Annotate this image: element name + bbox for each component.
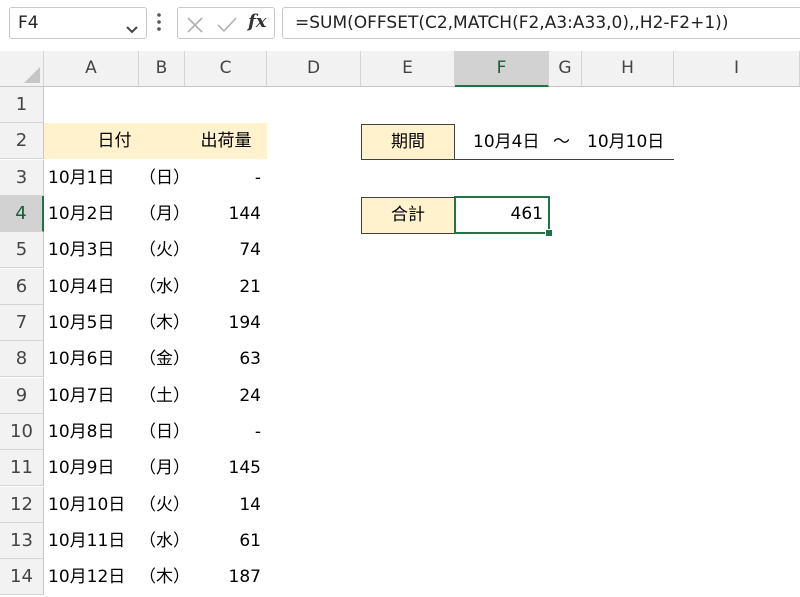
qty-cell[interactable]: 14 [185, 487, 267, 523]
weekday-cell[interactable]: （火） [139, 487, 190, 523]
column-header-g[interactable]: G [549, 51, 582, 87]
date-cell[interactable]: 10月10日 [44, 487, 139, 523]
formula-input[interactable]: =SUM(OFFSET(C2,MATCH(F2,A3:A33,0),,H2-F2… [282, 7, 800, 39]
weekday-cell[interactable]: （水） [139, 269, 190, 305]
weekday-cell[interactable]: （水） [139, 523, 190, 559]
period-tilde-cell[interactable]: ～ [553, 124, 570, 160]
qty-cell[interactable]: - [185, 160, 267, 196]
date-cell[interactable]: 10月1日 [44, 160, 139, 196]
weekday-cell[interactable]: （木） [139, 305, 190, 341]
row-header-10[interactable]: 10 [0, 414, 44, 450]
table-header-date[interactable]: 日付 [44, 123, 185, 159]
weekday-cell[interactable]: （金） [139, 341, 190, 377]
select-all-triangle-icon [24, 67, 40, 83]
date-cell[interactable]: 10月4日 [44, 269, 139, 305]
name-box[interactable]: F4 [9, 7, 147, 39]
qty-cell[interactable]: 61 [185, 523, 267, 559]
qty-cell[interactable]: - [185, 414, 267, 450]
date-cell[interactable]: 10月8日 [44, 414, 139, 450]
formula-text: =SUM(OFFSET(C2,MATCH(F2,A3:A33,0),,H2-F2… [295, 13, 729, 33]
row-header-1[interactable]: 1 [0, 87, 44, 123]
weekday-cell[interactable]: （日） [139, 414, 190, 450]
weekday-cell[interactable]: （木） [139, 559, 190, 595]
insert-function-icon[interactable]: fx [248, 11, 266, 32]
column-header-c[interactable]: C [185, 51, 267, 87]
period-label-cell[interactable]: 期間 [361, 124, 455, 160]
enter-check-icon[interactable] [216, 16, 238, 38]
row-header-2[interactable]: 2 [0, 123, 44, 159]
row-header-7[interactable]: 7 [0, 305, 44, 341]
qty-cell[interactable]: 74 [185, 232, 267, 268]
total-label-cell[interactable]: 合計 [361, 197, 455, 234]
row-header-13[interactable]: 13 [0, 523, 44, 559]
row-header-8[interactable]: 8 [0, 341, 44, 377]
date-cell[interactable]: 10月5日 [44, 305, 139, 341]
name-box-value: F4 [18, 13, 39, 33]
row-header-12[interactable]: 12 [0, 487, 44, 523]
weekday-cell[interactable]: （月） [139, 196, 190, 232]
row-header-6[interactable]: 6 [0, 269, 44, 305]
date-cell[interactable]: 10月3日 [44, 232, 139, 268]
fill-handle[interactable] [545, 229, 553, 237]
qty-cell[interactable]: 21 [185, 269, 267, 305]
period-start-cell[interactable]: 10月4日 [473, 124, 539, 160]
column-header-h[interactable]: H [582, 51, 674, 87]
weekday-cell[interactable]: （土） [139, 378, 190, 414]
column-header-f[interactable]: F [455, 51, 549, 87]
column-header-b[interactable]: B [139, 51, 185, 87]
row-header-3[interactable]: 3 [0, 160, 44, 196]
table-header-qty[interactable]: 出荷量 [185, 123, 267, 159]
period-end-cell[interactable]: 10月10日 [587, 124, 664, 160]
period-range-row: 10月4日 ～ 10月10日 [455, 124, 674, 160]
date-cell[interactable]: 10月11日 [44, 523, 139, 559]
date-cell[interactable]: 10月6日 [44, 341, 139, 377]
column-header-e[interactable]: E [361, 51, 455, 87]
qty-cell[interactable]: 187 [185, 559, 267, 595]
formula-controls: fx [177, 7, 275, 39]
date-cell[interactable]: 10月7日 [44, 378, 139, 414]
select-all-corner[interactable] [0, 51, 44, 87]
weekday-cell[interactable]: （日） [139, 160, 190, 196]
formula-bar-area: F4 fx =SUM(OFFSET(C2,MATCH(F2,A3:A33,0),… [0, 0, 800, 50]
cancel-icon[interactable] [186, 16, 204, 38]
weekday-cell[interactable]: （月） [139, 450, 190, 486]
qty-cell[interactable]: 24 [185, 378, 267, 414]
weekday-cell[interactable]: （火） [139, 232, 190, 268]
column-header-i[interactable]: I [674, 51, 800, 87]
chevron-down-icon[interactable] [126, 19, 138, 38]
qty-cell[interactable]: 194 [185, 305, 267, 341]
row-header-11[interactable]: 11 [0, 450, 44, 486]
more-options-icon[interactable] [156, 12, 162, 36]
date-cell[interactable]: 10月2日 [44, 196, 139, 232]
row-header-14[interactable]: 14 [0, 559, 44, 595]
column-header-a[interactable]: A [44, 51, 139, 87]
qty-cell[interactable]: 145 [185, 450, 267, 486]
qty-cell[interactable]: 63 [185, 341, 267, 377]
qty-cell[interactable]: 144 [185, 196, 267, 232]
column-header-d[interactable]: D [267, 51, 361, 87]
row-header-4[interactable]: 4 [0, 196, 44, 232]
total-value-cell-active[interactable]: 461 [454, 196, 550, 234]
date-cell[interactable]: 10月12日 [44, 559, 139, 595]
row-header-9[interactable]: 9 [0, 378, 44, 414]
date-cell[interactable]: 10月9日 [44, 450, 139, 486]
row-header-5[interactable]: 5 [0, 232, 44, 268]
